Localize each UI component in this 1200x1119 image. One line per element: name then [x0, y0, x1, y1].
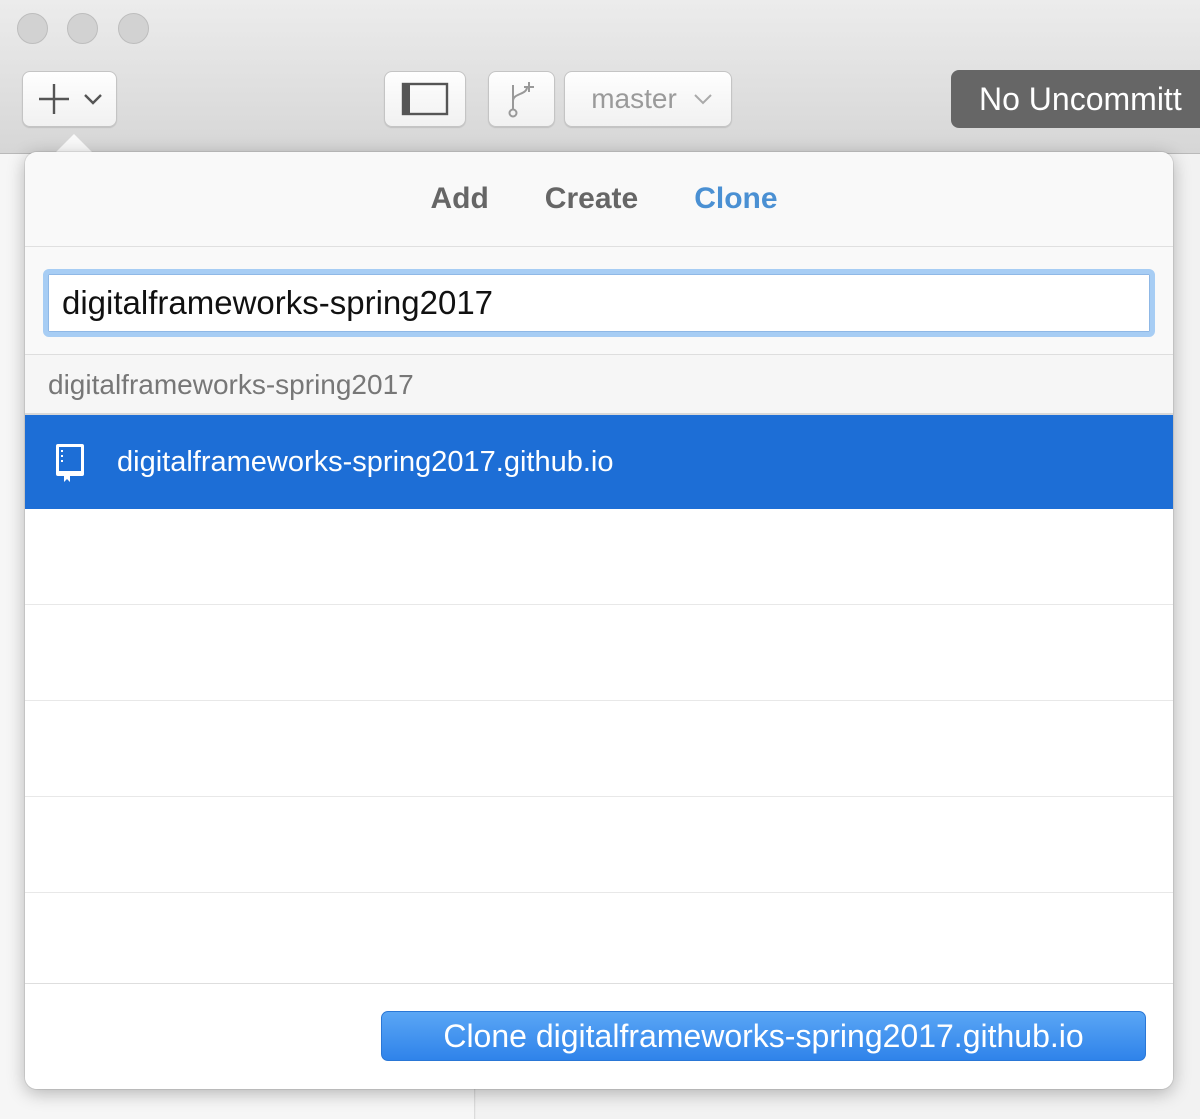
- create-branch-button[interactable]: [488, 71, 555, 127]
- branch-selector[interactable]: master: [564, 71, 732, 127]
- repo-icon: [56, 444, 84, 482]
- popover-footer: Clone digitalframeworks-spring2017.githu…: [25, 983, 1173, 1089]
- minimize-window-button[interactable]: [67, 13, 98, 44]
- branch-icon: [508, 82, 534, 118]
- repository-name: digitalframeworks-spring2017.github.io: [117, 445, 614, 478]
- search-area: [25, 247, 1173, 355]
- list-item: [25, 797, 1173, 893]
- popover-tabs: Add Create Clone: [25, 152, 1173, 247]
- list-item: [25, 509, 1173, 605]
- list-item-repository[interactable]: digitalframeworks-spring2017.github.io: [25, 415, 1173, 509]
- branch-name: master: [591, 83, 677, 114]
- list-item: [25, 605, 1173, 701]
- tab-add[interactable]: Add: [430, 182, 488, 216]
- results-list: digitalframeworks-spring2017.github.io: [25, 415, 1173, 893]
- results-group-header: digitalframeworks-spring2017: [25, 355, 1173, 415]
- chevron-down-icon: [694, 94, 712, 105]
- tab-clone[interactable]: Clone: [694, 182, 777, 216]
- sidebar-icon: [401, 82, 449, 116]
- tab-create[interactable]: Create: [545, 182, 638, 216]
- chevron-down-icon: [84, 94, 102, 105]
- toolbar: master No Uncommitt: [0, 0, 1200, 154]
- app-window: master No Uncommitt Add Create Clone dig…: [0, 0, 1200, 1119]
- toggle-sidebar-button[interactable]: [384, 71, 466, 127]
- close-window-button[interactable]: [17, 13, 48, 44]
- clone-popover: Add Create Clone digitalframeworks-sprin…: [25, 152, 1173, 1089]
- clone-repository-button[interactable]: Clone digitalframeworks-spring2017.githu…: [381, 1011, 1146, 1061]
- list-item: [25, 701, 1173, 797]
- uncommitted-changes-button[interactable]: No Uncommitt: [951, 70, 1200, 128]
- add-repository-button[interactable]: [22, 71, 117, 127]
- repository-filter-input[interactable]: [43, 269, 1155, 337]
- zoom-window-button[interactable]: [118, 13, 149, 44]
- plus-icon: [39, 84, 69, 114]
